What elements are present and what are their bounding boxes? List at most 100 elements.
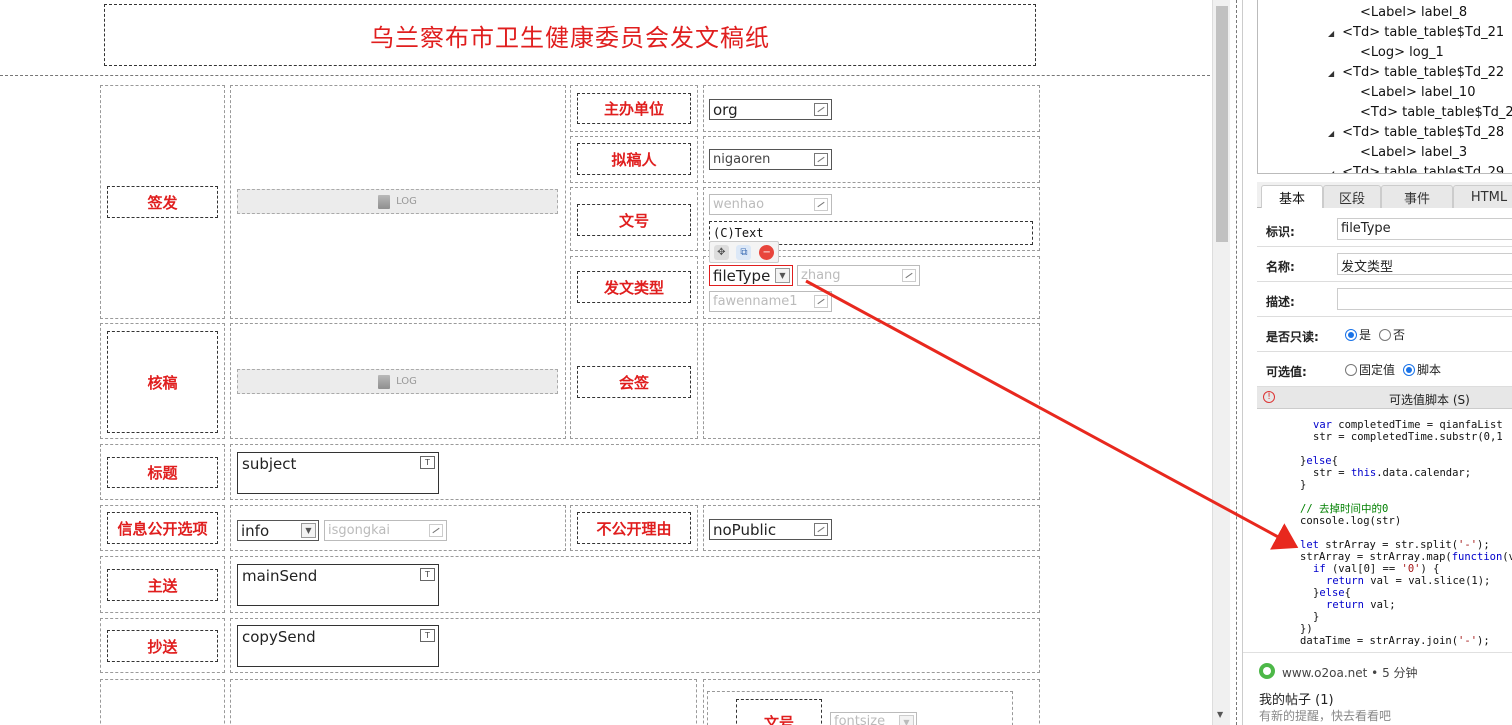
move-icon[interactable]: ✥ [713, 244, 729, 260]
options-script-radio[interactable]: 脚本 [1403, 361, 1441, 378]
notification-popup[interactable]: www.o2oa.net • 5 分钟 我的帖子 (1) 有新的提醒，快去看看吧 [1243, 652, 1512, 725]
error-icon: ! [1263, 391, 1275, 403]
label-xinxi[interactable]: 信息公开选项 [107, 512, 218, 544]
tree-node[interactable]: <Label> label_3 [1360, 145, 1467, 160]
tree-node-label: <Td> table_table$Td_28 [1342, 125, 1505, 140]
prop-desc-input[interactable] [1337, 288, 1512, 310]
fontsize-select[interactable]: fontsize ▼ [830, 712, 917, 725]
tree-node[interactable]: <Log> log_1 [1360, 45, 1444, 60]
isgongkai-field[interactable]: isgongkai [324, 520, 447, 541]
copy-icon[interactable]: ⧉ [736, 244, 752, 260]
readonly-yes-radio[interactable]: 是 [1345, 326, 1371, 343]
label-zhusong[interactable]: 主送 [107, 569, 218, 601]
script-editor[interactable]: var completedTime = qianfaList str = comp… [1257, 409, 1512, 650]
label-zhuban[interactable]: 主办单位 [577, 93, 691, 124]
radio-checked-icon [1403, 364, 1416, 376]
nigaoren-field[interactable]: nigaoren [709, 149, 832, 170]
tree-node-label: <Label> label_3 [1360, 145, 1468, 160]
options-fixed-radio[interactable]: 固定值 [1345, 361, 1395, 378]
element-tree[interactable]: <Label> label_8 ◢ <Td> table_table$Td_21 <L… [1257, 0, 1512, 174]
expand-triangle-icon[interactable]: ◢ [1328, 129, 1334, 138]
tree-node-label: <Label> label_8 [1360, 5, 1468, 20]
tab-events[interactable]: 事件 [1381, 185, 1453, 208]
code-line: str = this.data.calendar; [1313, 467, 1472, 479]
tree-node[interactable]: <Td> table_table$Td_23 [1360, 105, 1512, 120]
radio-checked-icon [1345, 329, 1357, 341]
nopublic-field[interactable]: noPublic [709, 519, 832, 540]
script-header-title: 可选值脚本 (S) [1389, 393, 1470, 407]
code-line: var completedTime = qianfaList [1313, 419, 1503, 431]
delete-icon[interactable]: − [759, 244, 775, 260]
label-huiqian[interactable]: 会签 [577, 366, 691, 398]
edit-icon [429, 524, 443, 537]
tree-node[interactable]: ◢ <Td> table_table$Td_29 [1328, 165, 1505, 174]
tree-node-label: <Td> table_table$Td_23 [1360, 105, 1512, 120]
script-header[interactable]: ! 可选值脚本 (S) [1257, 387, 1512, 409]
log-widget-hegao[interactable]: LOG [237, 369, 558, 394]
label-hegao[interactable]: 核稿 [107, 331, 218, 433]
tab-html[interactable]: HTML [1453, 185, 1512, 208]
expand-triangle-icon[interactable]: ◢ [1328, 29, 1334, 38]
textarea-icon: T [420, 568, 435, 581]
label-bugongkai[interactable]: 不公开理由 [577, 512, 691, 544]
label-chaosong[interactable]: 抄送 [107, 630, 218, 662]
label-biaoti[interactable]: 标题 [107, 457, 218, 488]
edit-icon [902, 269, 916, 282]
code-line: console.log(str) [1300, 515, 1402, 527]
subject-textarea[interactable]: subject T [237, 452, 439, 494]
mainsend-textarea[interactable]: mainSend T [237, 564, 439, 606]
tree-node[interactable]: ◢ <Td> table_table$Td_22 [1328, 65, 1504, 80]
properties-panel: <Label> label_8 ◢ <Td> table_table$Td_21 <L… [1242, 0, 1512, 725]
prop-row-desc: 描述: [1257, 282, 1512, 317]
textarea-icon: T [420, 629, 435, 642]
tree-node[interactable]: ◢ <Td> table_table$Td_28 [1328, 125, 1504, 140]
radio-unchecked-icon [1379, 329, 1392, 341]
expand-triangle-icon[interactable]: ◢ [1328, 169, 1334, 173]
edit-icon [814, 103, 828, 116]
info-select[interactable]: info ▼ [237, 520, 319, 541]
tab-section[interactable]: 区段 [1323, 185, 1381, 208]
label-wenhao[interactable]: 文号 [577, 204, 691, 236]
form-design-canvas[interactable]: 乌兰察布市卫生健康委员会发文稿纸 签发 主办单位 拟稿人 文号 发文类型 核稿 … [0, 0, 1212, 725]
tab-basic[interactable]: 基本 [1261, 185, 1323, 208]
code-line: } [1300, 479, 1307, 491]
org-field[interactable]: org [709, 99, 832, 120]
label-wenhao-2[interactable]: 文号 [736, 699, 822, 725]
expand-triangle-icon[interactable]: ◢ [1328, 69, 1334, 78]
wenhao-field[interactable]: wenhao [709, 194, 832, 215]
canvas-scrollbar[interactable]: ▼ [1212, 0, 1230, 725]
label-fawenleixing[interactable]: 发文类型 [577, 271, 691, 303]
notification-title[interactable]: 我的帖子 (1) [1259, 689, 1334, 708]
cell-huiqian-value[interactable] [703, 323, 1040, 439]
zhang-field[interactable]: zhang [797, 265, 920, 286]
cell-bottom-2[interactable] [230, 679, 697, 725]
label-qianfa[interactable]: 签发 [107, 186, 218, 218]
log-widget-qianfa[interactable]: LOG [237, 189, 558, 214]
tree-node[interactable]: <Label> label_8 [1360, 5, 1467, 20]
fawenname-field[interactable]: fawenname1 [709, 291, 832, 312]
options-fixed-label: 固定值 [1359, 363, 1396, 377]
cell-bottom-1[interactable] [100, 679, 225, 725]
prop-desc-label: 描述: [1266, 295, 1295, 309]
code-line: }) [1300, 623, 1313, 635]
copysend-textarea-value: copySend [242, 628, 316, 646]
filetype-select[interactable]: fileType ▼ [709, 265, 793, 286]
prop-id-input[interactable]: fileType [1337, 218, 1512, 240]
prop-name-label: 名称: [1266, 260, 1295, 274]
notification-body: 有新的提醒，快去看看吧 [1259, 709, 1392, 723]
textarea-icon: T [420, 456, 435, 469]
readonly-no-radio[interactable]: 否 [1379, 326, 1405, 343]
edit-icon [814, 295, 828, 308]
prop-name-input[interactable]: 发文类型 [1337, 253, 1512, 275]
scrollbar-thumb[interactable] [1216, 6, 1228, 242]
scroll-down-icon[interactable]: ▼ [1217, 710, 1223, 719]
form-title[interactable]: 乌兰察布市卫生健康委员会发文稿纸 [104, 4, 1036, 66]
tree-node[interactable]: ◢ <Td> table_table$Td_21 [1328, 25, 1504, 40]
site-logo-icon [1259, 663, 1275, 679]
tree-node-label: <Td> table_table$Td_29 [1342, 165, 1505, 174]
mainsend-textarea-value: mainSend [242, 567, 318, 585]
zhang-field-value: zhang [801, 268, 841, 283]
copysend-textarea[interactable]: copySend T [237, 625, 439, 667]
label-nigaoren[interactable]: 拟稿人 [577, 143, 691, 175]
tree-node[interactable]: <Label> label_10 [1360, 85, 1475, 100]
